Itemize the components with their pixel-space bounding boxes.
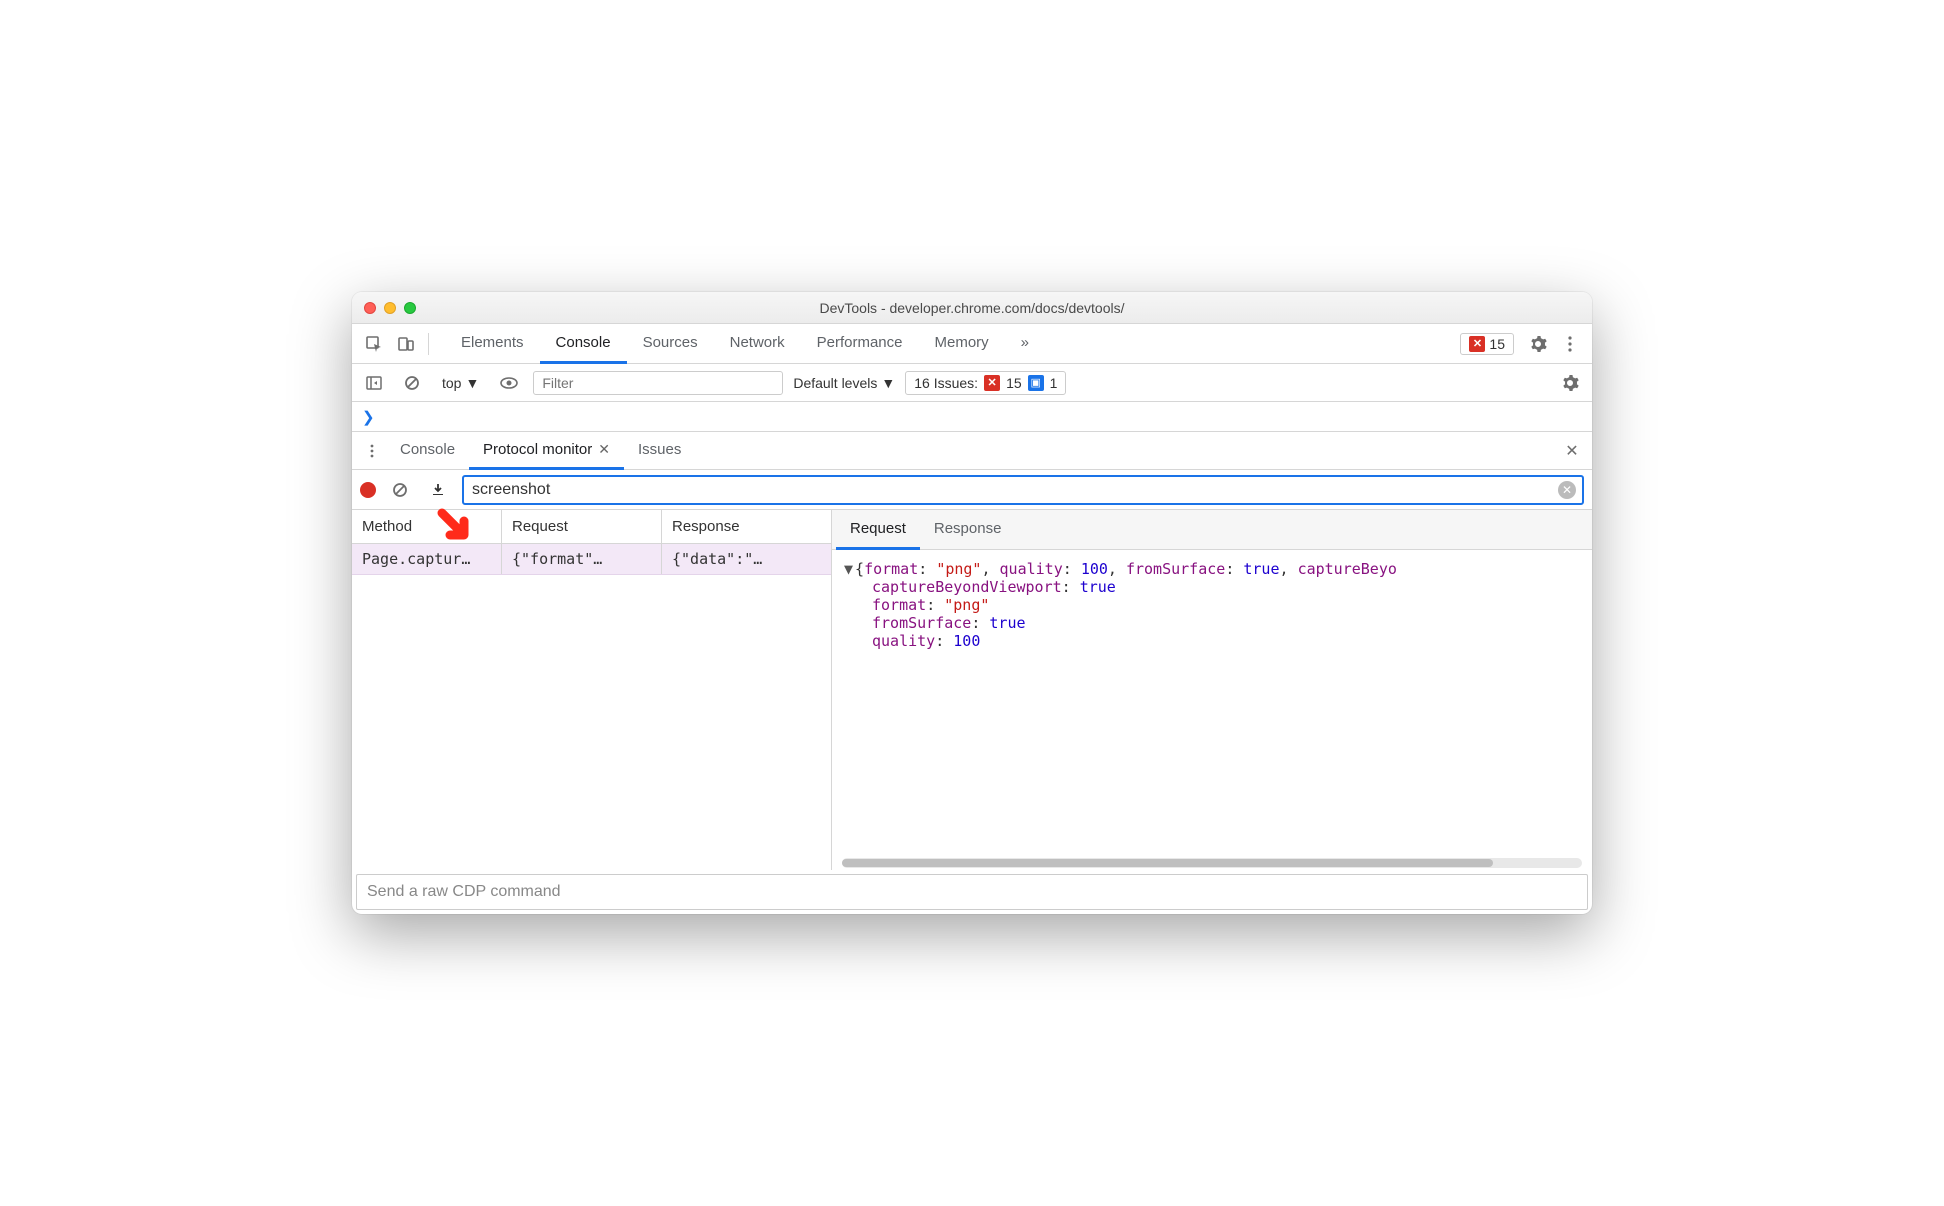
record-button[interactable] bbox=[360, 482, 376, 498]
annotation-arrow-icon bbox=[434, 505, 476, 547]
toggle-sidebar-icon[interactable] bbox=[360, 369, 388, 397]
col-response[interactable]: Response bbox=[662, 510, 831, 543]
tab-sources[interactable]: Sources bbox=[627, 324, 714, 364]
error-count-badge[interactable]: ✕ 15 bbox=[1460, 333, 1514, 355]
window-title: DevTools - developer.chrome.com/docs/dev… bbox=[352, 300, 1592, 316]
context-selector[interactable]: top ▼ bbox=[436, 373, 485, 393]
panel-tabs: Elements Console Sources Network Perform… bbox=[445, 324, 1045, 364]
drawer-tab-issues[interactable]: Issues bbox=[624, 432, 695, 470]
tab-overflow[interactable]: » bbox=[1005, 324, 1045, 364]
scrollbar-thumb[interactable] bbox=[842, 859, 1493, 867]
detail-tabs: Request Response bbox=[832, 510, 1592, 550]
error-icon: ✕ bbox=[1469, 336, 1485, 352]
tab-memory[interactable]: Memory bbox=[919, 324, 1005, 364]
error-icon: ✕ bbox=[984, 375, 1000, 391]
table-row[interactable]: Page.captur… {"format"… {"data":"… bbox=[352, 544, 831, 575]
protocol-table: Method Request Response Page.captur… {"f… bbox=[352, 510, 832, 870]
log-level-selector[interactable]: Default levels ▼ bbox=[793, 375, 895, 391]
object-prop: fromSurface: true bbox=[844, 614, 1580, 632]
col-method[interactable]: Method bbox=[352, 510, 502, 543]
console-toolbar: top ▼ Default levels ▼ 16 Issues: ✕ 15 ▣… bbox=[352, 364, 1592, 402]
device-toggle-icon[interactable] bbox=[392, 330, 420, 358]
col-request[interactable]: Request bbox=[502, 510, 662, 543]
close-drawer-icon[interactable]: ✕ bbox=[1558, 437, 1586, 465]
cell-response: {"data":"… bbox=[662, 544, 831, 574]
clear-log-icon[interactable] bbox=[386, 476, 414, 504]
cdp-command-input-wrap bbox=[356, 874, 1588, 910]
protocol-monitor-body: Method Request Response Page.captur… {"f… bbox=[352, 510, 1592, 870]
info-icon: ▣ bbox=[1028, 375, 1044, 391]
clear-input-icon[interactable]: ✕ bbox=[1558, 481, 1576, 499]
horizontal-scrollbar[interactable] bbox=[842, 858, 1582, 868]
tab-network[interactable]: Network bbox=[714, 324, 801, 364]
object-summary[interactable]: ▼{format: "png", quality: 100, fromSurfa… bbox=[844, 560, 1580, 578]
close-tab-icon[interactable]: ✕ bbox=[598, 441, 610, 458]
tab-console[interactable]: Console bbox=[540, 324, 627, 364]
issues-button[interactable]: 16 Issues: ✕ 15 ▣ 1 bbox=[905, 371, 1066, 395]
cell-request: {"format"… bbox=[502, 544, 662, 574]
tab-elements[interactable]: Elements bbox=[445, 324, 540, 364]
devtools-window: DevTools - developer.chrome.com/docs/dev… bbox=[352, 292, 1592, 914]
detail-tab-request[interactable]: Request bbox=[836, 510, 920, 550]
context-value: top bbox=[442, 375, 461, 391]
object-prop: format: "png" bbox=[844, 596, 1580, 614]
cell-method: Page.captur… bbox=[352, 544, 502, 574]
object-prop: quality: 100 bbox=[844, 632, 1580, 650]
console-settings-gear-icon[interactable] bbox=[1556, 369, 1584, 397]
detail-pane: Request Response ▼{format: "png", qualit… bbox=[832, 510, 1592, 870]
drawer-tabs: Console Protocol monitor ✕ Issues ✕ bbox=[352, 432, 1592, 470]
tab-performance[interactable]: Performance bbox=[801, 324, 919, 364]
kebab-menu-icon[interactable] bbox=[1556, 330, 1584, 358]
error-count: 15 bbox=[1489, 336, 1505, 352]
protocol-filter-input[interactable] bbox=[462, 475, 1584, 505]
drawer-tab-protocol-monitor[interactable]: Protocol monitor ✕ bbox=[469, 432, 624, 470]
main-toolbar: Elements Console Sources Network Perform… bbox=[352, 324, 1592, 364]
chevron-down-icon: ▼ bbox=[465, 375, 479, 391]
table-header: Method Request Response bbox=[352, 510, 831, 544]
console-filter-input[interactable] bbox=[533, 371, 783, 395]
inspect-element-icon[interactable] bbox=[360, 330, 388, 358]
live-expression-icon[interactable] bbox=[495, 369, 523, 397]
drawer-tab-console[interactable]: Console bbox=[386, 432, 469, 470]
detail-body[interactable]: ▼{format: "png", quality: 100, fromSurfa… bbox=[832, 550, 1592, 856]
prompt-chevron-icon: ❯ bbox=[362, 408, 375, 426]
cdp-command-input[interactable] bbox=[367, 883, 1577, 901]
download-icon[interactable] bbox=[424, 476, 452, 504]
divider bbox=[428, 333, 429, 355]
chevron-down-icon: ▼ bbox=[881, 375, 895, 391]
protocol-monitor-toolbar: ✕ bbox=[352, 470, 1592, 510]
settings-gear-icon[interactable] bbox=[1524, 330, 1552, 358]
clear-console-icon[interactable] bbox=[398, 369, 426, 397]
titlebar: DevTools - developer.chrome.com/docs/dev… bbox=[352, 292, 1592, 324]
console-prompt[interactable]: ❯ bbox=[352, 402, 1592, 432]
detail-tab-response[interactable]: Response bbox=[920, 510, 1016, 550]
drawer-kebab-icon[interactable] bbox=[358, 437, 386, 465]
object-prop: captureBeyondViewport: true bbox=[844, 578, 1580, 596]
disclosure-triangle-icon[interactable]: ▼ bbox=[844, 560, 853, 578]
